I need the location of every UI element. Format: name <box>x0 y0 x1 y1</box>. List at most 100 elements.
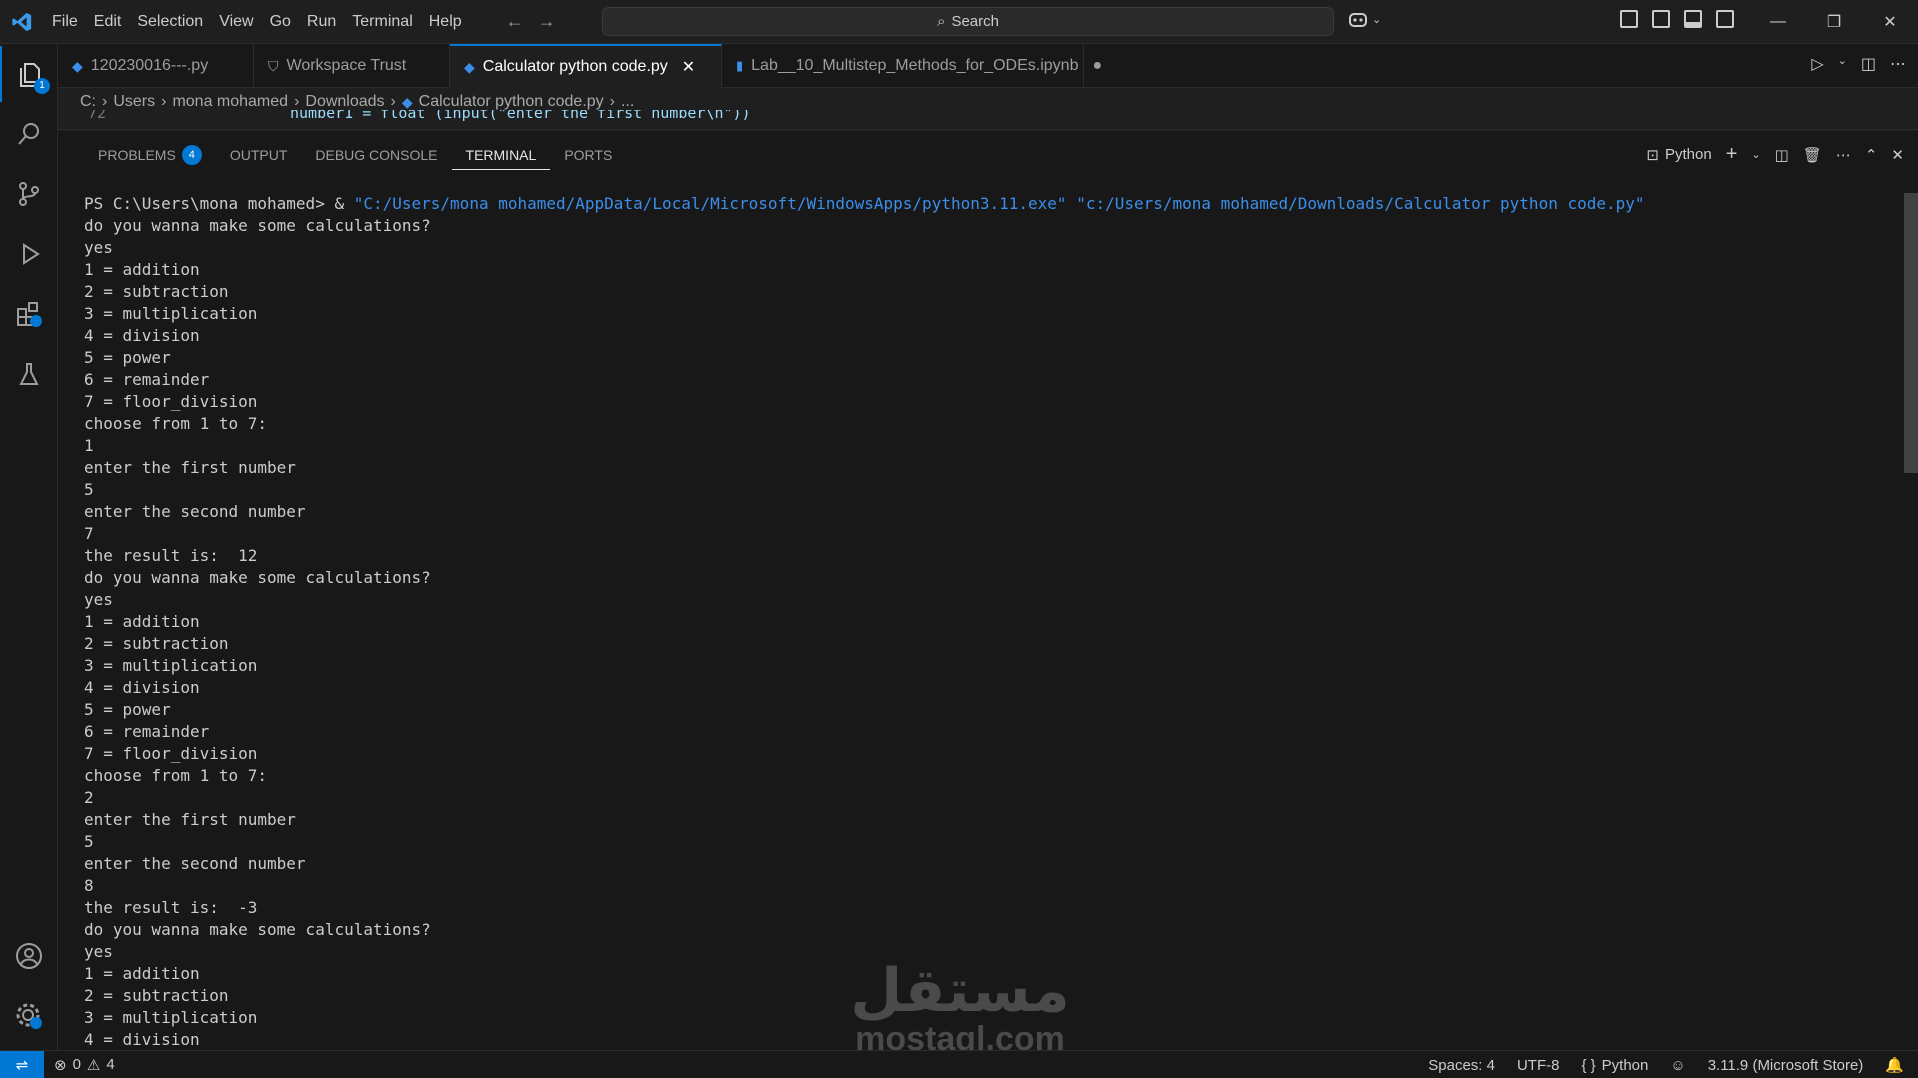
run-debug-icon[interactable] <box>0 226 58 282</box>
bottom-panel: PROBLEMS 4 OUTPUT DEBUG CONSOLE TERMINAL… <box>58 131 1918 1050</box>
customize-layout-icon[interactable] <box>1620 10 1638 28</box>
editor-code-peek: 72 number1 = float (input("enter the fir… <box>58 110 1918 130</box>
layout-controls <box>1620 10 1734 28</box>
breadcrumb-file[interactable]: Calculator python code.py <box>419 93 604 111</box>
menu-terminal[interactable]: Terminal <box>344 8 420 36</box>
split-terminal-icon[interactable]: ◫ <box>1775 146 1789 164</box>
chevron-right-icon: › <box>161 93 167 110</box>
chevron-down-icon[interactable]: ⌄ <box>1751 148 1760 161</box>
search-label: Search <box>951 13 999 30</box>
window-controls: — ❐ ✕ <box>1750 0 1918 44</box>
encoding-status[interactable]: UTF-8 <box>1517 1057 1560 1074</box>
error-count: 0 <box>72 1056 81 1073</box>
toggle-primary-sidebar-icon[interactable] <box>1652 10 1670 28</box>
menu-selection[interactable]: Selection <box>129 8 211 36</box>
tab-lab10-notebook[interactable]: ▮ Lab__10_Multistep_Methods_for_ODEs.ipy… <box>722 44 1102 88</box>
python-icon: ◆ <box>72 57 83 74</box>
remote-indicator-icon[interactable]: ⇌ <box>0 1050 44 1078</box>
chevron-down-icon: ⌄ <box>1372 13 1382 26</box>
tab-ports[interactable]: PORTS <box>550 140 626 170</box>
manage-gear-icon[interactable] <box>0 988 58 1044</box>
problems-status[interactable]: ⊗ 0 ⚠ 4 <box>44 1056 115 1074</box>
more-actions-icon[interactable]: ⋯ <box>1890 54 1906 74</box>
problems-badge: 4 <box>181 145 202 165</box>
menu-file[interactable]: File <box>44 8 86 36</box>
terminal-command-file: "c:/Users/mona mohamed/Downloads/Calcula… <box>1076 194 1645 213</box>
breadcrumb-user[interactable]: mona mohamed <box>172 93 288 111</box>
unsaved-dot-icon[interactable]: ● <box>1092 57 1102 75</box>
account-icon[interactable] <box>0 928 58 984</box>
watermark-arabic: مستقل <box>850 956 1070 1026</box>
menu-view[interactable]: View <box>211 8 261 36</box>
breadcrumb-symbol[interactable]: ... <box>621 93 634 111</box>
split-editor-icon[interactable]: ◫ <box>1861 54 1876 74</box>
tab-label: PROBLEMS <box>98 147 176 163</box>
warning-count: 4 <box>106 1056 115 1073</box>
terminal-session-text: do you wanna make some calculations? yes… <box>84 216 431 1045</box>
language-mode[interactable]: { } Python <box>1581 1057 1648 1074</box>
close-window-icon[interactable]: ✕ <box>1862 0 1918 44</box>
extensions-icon[interactable] <box>0 286 58 342</box>
forward-arrow-icon[interactable]: → <box>538 11 556 32</box>
search-view-icon[interactable] <box>0 106 58 162</box>
status-bar: ⇌ ⊗ 0 ⚠ 4 Spaces: 4 UTF-8 { } Python ☺ 3… <box>0 1050 1918 1078</box>
search-icon: ⌕ <box>937 13 946 30</box>
breadcrumb-users[interactable]: Users <box>113 93 155 111</box>
more-actions-icon[interactable]: ⋯ <box>1836 146 1851 164</box>
restore-icon[interactable]: ❐ <box>1806 0 1862 44</box>
tab-calculator-python-code[interactable]: ◆ Calculator python code.py ✕ <box>450 44 722 88</box>
copilot-icon <box>1349 13 1367 27</box>
close-panel-icon[interactable]: ✕ <box>1891 146 1904 164</box>
close-tab-icon[interactable]: ✕ <box>682 57 695 77</box>
terminal-scrollbar[interactable] <box>1904 193 1918 473</box>
python-icon: ◆ <box>401 93 413 110</box>
breadcrumb-drive[interactable]: C: <box>80 93 96 111</box>
title-bar: File Edit Selection View Go Run Terminal… <box>0 0 1918 44</box>
tab-terminal[interactable]: TERMINAL <box>451 140 551 170</box>
command-center-search[interactable]: ⌕ Search <box>602 7 1334 36</box>
indentation-status[interactable]: Spaces: 4 <box>1428 1057 1495 1074</box>
menu-edit[interactable]: Edit <box>86 8 130 36</box>
interpreter-status[interactable]: 3.11.9 (Microsoft Store) <box>1708 1057 1864 1074</box>
terminal-profile[interactable]: ⊡ Python <box>1646 146 1711 164</box>
toggle-panel-icon[interactable] <box>1684 10 1702 28</box>
tab-label: 120230016---.py <box>90 57 209 74</box>
menu-help[interactable]: Help <box>421 8 470 36</box>
run-python-file-icon[interactable]: ▷ <box>1811 54 1823 74</box>
line-number: 72 <box>88 110 107 122</box>
terminal-profile-label: Python <box>1665 146 1712 163</box>
breadcrumb-downloads[interactable]: Downloads <box>305 93 384 111</box>
chevron-right-icon: › <box>609 93 615 110</box>
back-arrow-icon[interactable]: ← <box>506 11 524 32</box>
tab-label: Calculator python code.py <box>482 58 668 75</box>
chevron-right-icon: › <box>390 93 396 110</box>
explorer-badge: 1 <box>34 78 50 94</box>
tab-problems[interactable]: PROBLEMS 4 <box>84 140 216 170</box>
tab-debug-console[interactable]: DEBUG CONSOLE <box>301 140 451 170</box>
notebook-icon: ▮ <box>736 58 744 73</box>
editor-actions: ▷ ⌄ ◫ ⋯ <box>1811 54 1906 74</box>
menu-go[interactable]: Go <box>262 8 299 36</box>
chevron-down-icon[interactable]: ⌄ <box>1838 54 1847 74</box>
tab-label: Lab__10_Multistep_Methods_for_ODEs.ipynb <box>751 57 1079 74</box>
toggle-secondary-sidebar-icon[interactable] <box>1716 10 1734 28</box>
explorer-icon[interactable]: 1 <box>0 46 58 102</box>
language-label: Python <box>1601 1056 1649 1074</box>
source-control-icon[interactable] <box>0 166 58 222</box>
menu-run[interactable]: Run <box>299 8 344 36</box>
new-terminal-icon[interactable]: + <box>1726 143 1738 166</box>
copilot-status-icon[interactable]: ☺ <box>1670 1057 1685 1074</box>
notifications-bell-icon[interactable]: 🔔 <box>1885 1056 1904 1074</box>
tab-120230016[interactable]: ◆ 120230016---.py <box>58 44 254 88</box>
navigation-arrows: ← → <box>506 11 556 32</box>
copilot-menu[interactable]: ⌄ <box>1348 10 1381 28</box>
tab-output[interactable]: OUTPUT <box>216 140 302 170</box>
tab-workspace-trust[interactable]: ⛉ Workspace Trust <box>254 44 450 88</box>
testing-icon[interactable] <box>0 346 58 402</box>
trash-icon[interactable]: 🗑 <box>1803 146 1822 164</box>
maximize-panel-icon[interactable]: ⌃ <box>1865 146 1878 164</box>
python-icon: ◆ <box>464 58 475 75</box>
activity-bar: 1 <box>0 44 58 1050</box>
minimize-icon[interactable]: — <box>1750 0 1806 44</box>
terminal-output[interactable]: PS C:\Users\mona mohamed> & "C:/Users/mo… <box>84 193 1884 1045</box>
